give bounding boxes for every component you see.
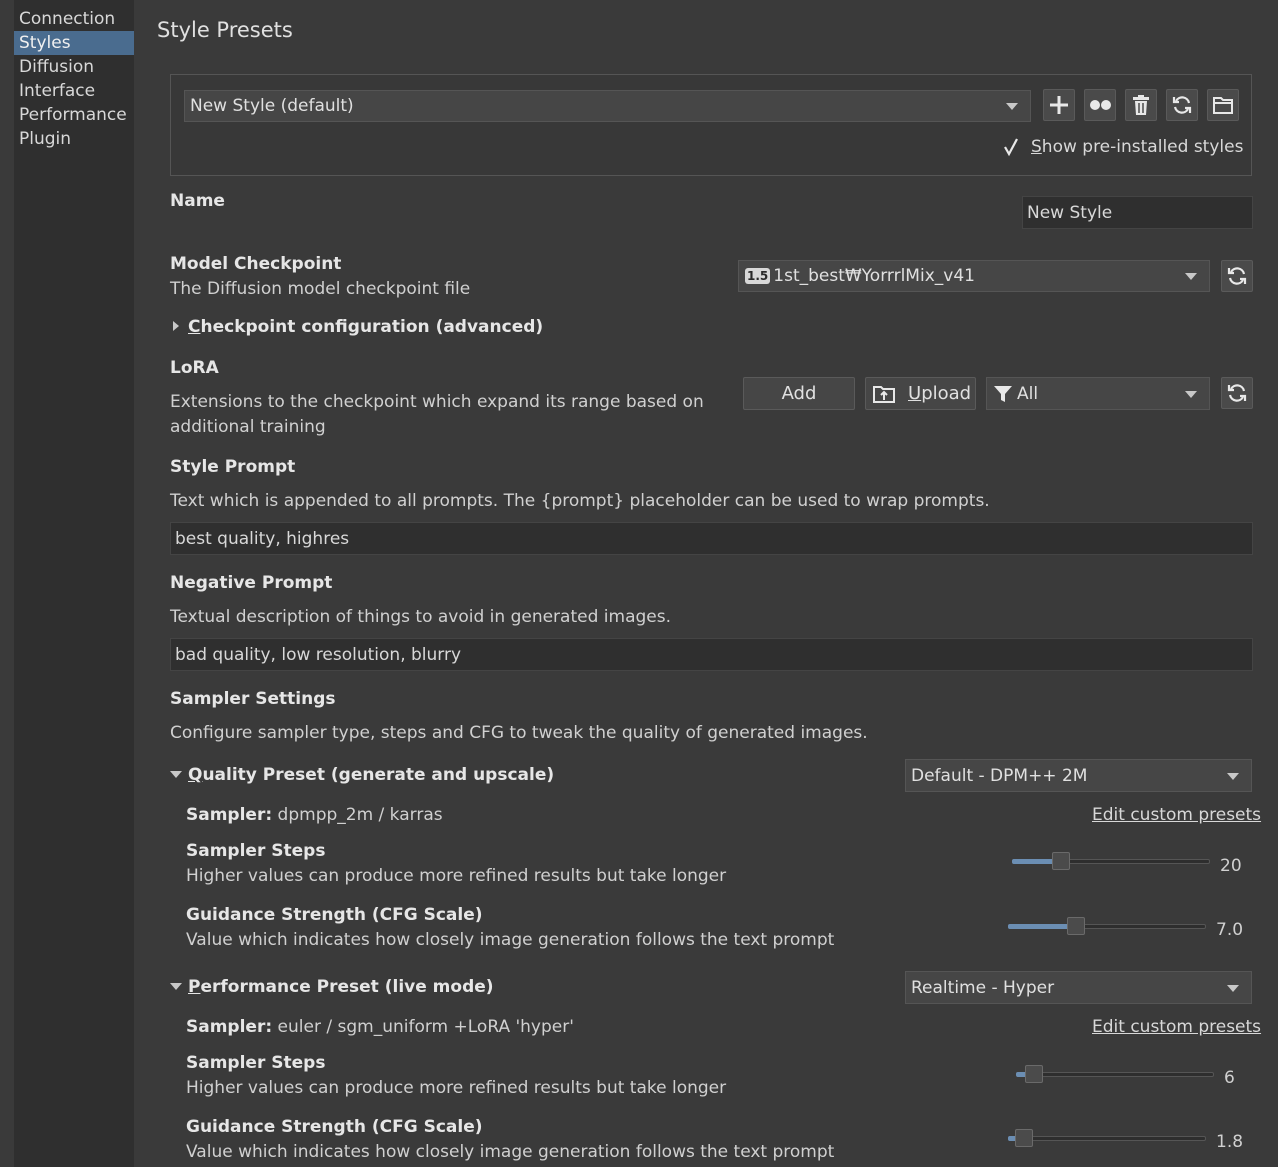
- performance-cfg-slider[interactable]: [1008, 1128, 1206, 1148]
- slider-track: [1008, 1136, 1206, 1141]
- duplicate-style-button[interactable]: [1084, 89, 1116, 121]
- style-select-value: New Style (default): [190, 96, 354, 116]
- quality-preset-select[interactable]: Default - DPM++ 2M: [905, 759, 1252, 792]
- performance-preset-toggle[interactable]: Performance Preset (live mode): [188, 977, 494, 997]
- negative-prompt-description: Textual description of things to avoid i…: [170, 607, 671, 627]
- sampler-value: dpmpp_2m / karras: [277, 805, 443, 825]
- style-name-input[interactable]: New Style: [1022, 196, 1253, 229]
- style-select[interactable]: New Style (default): [184, 90, 1031, 122]
- quality-steps-label: Sampler Steps: [186, 841, 326, 861]
- upload-lora-button[interactable]: Upload: [865, 377, 976, 410]
- quality-preset-toggle[interactable]: Quality Preset (generate and upscale): [188, 765, 554, 785]
- performance-steps-value: 6: [1224, 1068, 1235, 1088]
- sampler-settings-description: Configure sampler type, steps and CFG to…: [170, 723, 868, 743]
- style-prompt-input[interactable]: best quality, highres: [170, 522, 1253, 555]
- quality-steps-value: 20: [1220, 856, 1242, 876]
- upload-folder-icon: [873, 385, 895, 403]
- negative-prompt-input[interactable]: bad quality, low resolution, blurry: [170, 638, 1253, 671]
- open-folder-button[interactable]: [1207, 89, 1239, 121]
- performance-steps-slider[interactable]: [1016, 1064, 1214, 1084]
- show-preinstalled-checkbox[interactable]: [1002, 137, 1020, 157]
- sidebar-item-diffusion[interactable]: Diffusion: [14, 55, 134, 79]
- add-style-button[interactable]: [1043, 89, 1075, 121]
- quality-cfg-label: Guidance Strength (CFG Scale): [186, 905, 483, 925]
- performance-steps-description: Higher values can produce more refined r…: [186, 1078, 727, 1098]
- negative-prompt-label: Negative Prompt: [170, 573, 333, 593]
- slider-handle[interactable]: [1067, 917, 1085, 935]
- sampler-value: euler / sgm_uniform +LoRA 'hyper': [277, 1017, 574, 1037]
- name-label: Name: [170, 191, 225, 211]
- lora-description-line2: additional training: [170, 417, 326, 437]
- performance-cfg-value: 1.8: [1216, 1132, 1244, 1152]
- chevron-down-icon: [1227, 984, 1239, 992]
- performance-preset-value: Realtime - Hyper: [911, 977, 1055, 998]
- chevron-down-icon: [1185, 273, 1197, 280]
- chevron-down-icon: [1227, 772, 1239, 780]
- slider-fill: [1008, 924, 1076, 929]
- performance-cfg-description: Value which indicates how closely image …: [186, 1142, 835, 1162]
- slider-handle[interactable]: [1015, 1129, 1033, 1147]
- lora-label: LoRA: [170, 358, 219, 378]
- sampler-settings-label: Sampler Settings: [170, 689, 336, 709]
- collapse-arrow-icon[interactable]: [170, 771, 182, 778]
- quality-preset-value: Default - DPM++ 2M: [911, 765, 1088, 786]
- quality-cfg-value: 7.0: [1216, 920, 1244, 940]
- add-icon: [1050, 96, 1068, 114]
- folder-icon: [1213, 97, 1233, 114]
- slider-handle[interactable]: [1025, 1065, 1043, 1083]
- edit-custom-presets-link[interactable]: Edit custom presets: [1092, 1017, 1261, 1037]
- refresh-icon: [1227, 384, 1247, 402]
- lora-description-line1: Extensions to the checkpoint which expan…: [170, 392, 704, 412]
- quality-cfg-slider[interactable]: [1008, 916, 1206, 936]
- refresh-styles-button[interactable]: [1166, 89, 1198, 121]
- quality-steps-slider[interactable]: [1012, 851, 1210, 871]
- slider-track: [1016, 1072, 1214, 1077]
- collapse-arrow-icon[interactable]: [170, 983, 182, 990]
- performance-preset-select[interactable]: Realtime - Hyper: [905, 971, 1252, 1004]
- lora-filter-value: All: [1017, 383, 1039, 404]
- chevron-down-icon: [1006, 103, 1018, 110]
- refresh-icon: [1227, 267, 1247, 285]
- quality-sampler-info: Sampler: dpmpp_2m / karras: [186, 805, 443, 825]
- delete-style-button[interactable]: [1125, 89, 1157, 121]
- checkpoint-value: 1st_best₩YorrrlMix_v41: [773, 266, 975, 286]
- chevron-down-icon: [1185, 390, 1197, 398]
- sidebar-item-plugin[interactable]: Plugin: [14, 127, 134, 151]
- performance-sampler-info: Sampler: euler / sgm_uniform +LoRA 'hype…: [186, 1017, 574, 1037]
- delete-icon: [1133, 95, 1149, 115]
- checkmark-icon: [1004, 138, 1018, 157]
- filter-icon: [994, 385, 1012, 402]
- sidebar-item-connection[interactable]: Connection: [14, 7, 134, 31]
- checkpoint-select[interactable]: 1.5 1st_best₩YorrrlMix_v41: [738, 260, 1210, 292]
- style-prompt-label: Style Prompt: [170, 457, 296, 477]
- performance-steps-label: Sampler Steps: [186, 1053, 326, 1073]
- quality-cfg-description: Value which indicates how closely image …: [186, 930, 835, 950]
- checkpoint-label: Model Checkpoint: [170, 254, 342, 274]
- lora-filter-select[interactable]: All: [986, 377, 1210, 410]
- sd15-badge: 1.5: [745, 268, 771, 284]
- add-lora-button[interactable]: Add: [743, 377, 855, 410]
- show-preinstalled-label[interactable]: Show pre-installed styles: [1031, 137, 1243, 157]
- slider-handle[interactable]: [1052, 852, 1070, 870]
- sidebar-item-performance[interactable]: Performance: [14, 103, 134, 127]
- sidebar-item-interface[interactable]: Interface: [14, 79, 134, 103]
- refresh-loras-button[interactable]: [1221, 377, 1253, 409]
- duplicate-icon: [1090, 100, 1111, 110]
- sampler-key: Sampler:: [186, 1017, 273, 1037]
- style-prompt-description: Text which is appended to all prompts. T…: [170, 491, 990, 511]
- sidebar-item-styles[interactable]: Styles: [14, 31, 134, 55]
- checkpoint-config-toggle[interactable]: Checkpoint configuration (advanced): [188, 317, 543, 337]
- edit-custom-presets-link[interactable]: Edit custom presets: [1092, 805, 1261, 825]
- refresh-checkpoints-button[interactable]: [1221, 260, 1253, 292]
- settings-sidebar: Connection Styles Diffusion Interface Pe…: [14, 0, 134, 1167]
- sampler-key: Sampler:: [186, 805, 273, 825]
- checkpoint-description: The Diffusion model checkpoint file: [170, 279, 471, 299]
- performance-cfg-label: Guidance Strength (CFG Scale): [186, 1117, 483, 1137]
- page-title: Style Presets: [157, 18, 293, 42]
- refresh-icon: [1172, 96, 1192, 114]
- upload-label: Upload: [908, 383, 972, 404]
- expand-arrow-icon[interactable]: [173, 321, 179, 331]
- quality-steps-description: Higher values can produce more refined r…: [186, 866, 727, 886]
